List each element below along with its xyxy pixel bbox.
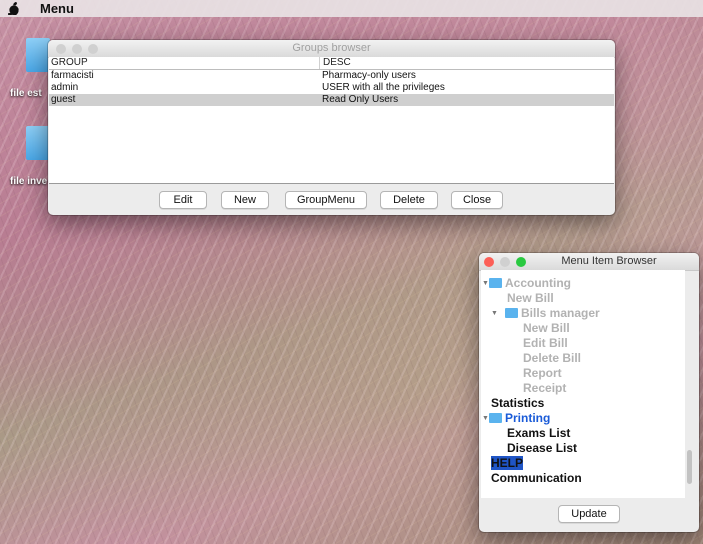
tree-item-disease-list[interactable]: Disease List [507, 441, 577, 455]
expand-arrow-icon[interactable]: ▼ [482, 280, 489, 287]
cell-group: farmacisti [51, 70, 94, 81]
folder-icon [26, 38, 50, 72]
tree-item-accounting[interactable]: Accounting [489, 276, 571, 290]
groups-table[interactable]: GROUP DESC farmacisti Pharmacy-only user… [49, 57, 614, 184]
cell-group: admin [51, 82, 79, 93]
window-title: Menu Item Browser [561, 255, 657, 267]
cell-group: guest [51, 94, 76, 105]
expand-arrow-icon[interactable]: ▼ [491, 310, 498, 317]
button-bar: Edit New GroupMenu Delete Close [48, 191, 615, 213]
groupmenu-button[interactable]: GroupMenu [285, 191, 367, 209]
expand-arrow-icon[interactable]: ▼ [482, 415, 489, 422]
table-row[interactable]: admin USER with all the privileges [49, 82, 614, 94]
tree-item-delete-bill[interactable]: Delete Bill [523, 351, 581, 365]
tree-item-communication[interactable]: Communication [491, 471, 582, 485]
tree-item-bills-manager[interactable]: Bills manager [505, 306, 600, 320]
tree-item-label: Printing [505, 411, 551, 425]
menu-item-browser-window: Menu Item Browser ▼ Accounting New Bill … [479, 253, 699, 532]
new-button[interactable]: New [221, 191, 269, 209]
folder-icon [26, 126, 50, 160]
desktop-file-label: file inve [10, 176, 48, 187]
cell-desc: USER with all the privileges [322, 82, 445, 93]
delete-button[interactable]: Delete [380, 191, 438, 209]
tree-item-help[interactable]: HELP [491, 456, 524, 470]
tree-item-label: Accounting [505, 276, 571, 290]
vertical-scrollbar[interactable] [687, 450, 692, 484]
table-row[interactable]: farmacisti Pharmacy-only users [49, 70, 614, 82]
update-button[interactable]: Update [558, 505, 620, 523]
menu-tree[interactable]: ▼ Accounting New Bill ▼ Bills manager Ne… [481, 270, 685, 498]
window-title: Groups browser [292, 42, 371, 54]
menu-bar: Menu [0, 0, 703, 17]
cell-desc: Pharmacy-only users [322, 70, 416, 81]
tree-item-printing[interactable]: Printing [489, 411, 550, 425]
tree-item-exams-list[interactable]: Exams List [507, 426, 570, 440]
groups-browser-window: Groups browser GROUP DESC farmacisti Pha… [48, 40, 615, 215]
tree-item-new-bill-2[interactable]: New Bill [523, 321, 570, 335]
column-header-group[interactable]: GROUP [49, 57, 320, 69]
title-bar[interactable]: Groups browser [48, 40, 615, 58]
apple-icon[interactable] [8, 2, 20, 15]
app-menu-title[interactable]: Menu [40, 1, 74, 16]
table-row-selected[interactable]: guest Read Only Users [49, 94, 614, 106]
tree-item-receipt[interactable]: Receipt [523, 381, 566, 395]
column-header-desc[interactable]: DESC [320, 57, 614, 69]
folder-icon [505, 308, 518, 318]
table-header: GROUP DESC [49, 57, 614, 70]
cell-desc: Read Only Users [322, 94, 399, 105]
title-bar[interactable]: Menu Item Browser [479, 253, 699, 271]
tree-item-statistics[interactable]: Statistics [491, 396, 544, 410]
tree-item-new-bill[interactable]: New Bill [507, 291, 554, 305]
folder-icon [489, 413, 502, 423]
close-button[interactable]: Close [451, 191, 503, 209]
tree-item-report[interactable]: Report [523, 366, 562, 380]
tree-item-edit-bill[interactable]: Edit Bill [523, 336, 568, 350]
folder-icon [489, 278, 502, 288]
edit-button[interactable]: Edit [159, 191, 207, 209]
tree-item-label: Bills manager [521, 306, 600, 320]
desktop-file-label: file est [10, 88, 42, 99]
